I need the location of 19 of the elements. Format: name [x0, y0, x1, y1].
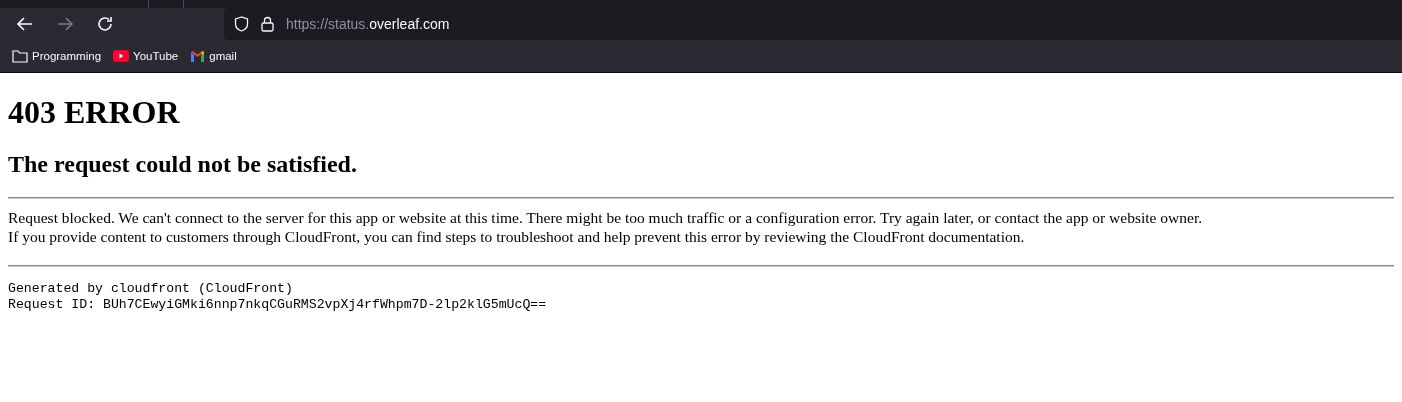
message-text: Request blocked. We can't connect to the server for this app or website at this time. There might be too much traffic or a configuration error. Try again later, or contact the app or website owner.	[8, 208, 1204, 227]
play-icon	[113, 50, 130, 62]
folder-icon	[12, 49, 28, 63]
back-icon	[16, 15, 34, 33]
reload-icon	[96, 15, 114, 33]
url-text[interactable]: https://status.overleaf.com	[286, 16, 450, 32]
shield-icon[interactable]	[234, 16, 249, 32]
lock-icon[interactable]	[261, 16, 274, 32]
forward-icon	[56, 15, 74, 33]
error-subheading: The request could not be satisfied.	[8, 150, 358, 178]
details-text: Request ID: BUh7CEwyiGMki6nnp7nkqCGuRMS2vpXj4rfWhpm7D-2lp2klG5mUcQ==	[8, 297, 548, 313]
mail-icon	[190, 50, 206, 62]
bookmark-link[interactable]: YouTube	[113, 50, 179, 62]
error-heading: 403 ERROR	[8, 94, 181, 131]
message-text: If you provide content to customers through CloudFront, you can find steps to troubleshoot and help prevent this error by reviewing the CloudFront documentation.	[8, 227, 1026, 246]
bookmark-link[interactable]: gmail	[190, 50, 237, 62]
address-bar[interactable]: https://status.overleaf.com	[224, 8, 1402, 40]
details-text: Generated by cloudfront (CloudFront)	[8, 281, 294, 297]
bookmark-link[interactable]: Programming	[12, 49, 102, 63]
